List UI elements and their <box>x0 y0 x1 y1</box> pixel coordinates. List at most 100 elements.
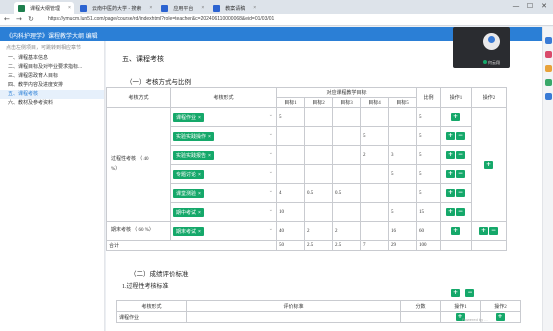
standard-input[interactable] <box>186 311 401 323</box>
goal-input[interactable]: 0.5 <box>304 183 333 203</box>
goal-input[interactable] <box>332 126 361 146</box>
add-row-button[interactable]: + <box>446 132 455 140</box>
remove-tag-icon[interactable]: × <box>198 210 201 216</box>
sidebar-item-schedule[interactable]: 四、教学内容及进度安排 <box>0 81 104 90</box>
close-tab-icon[interactable]: × <box>149 5 152 11</box>
tab-course-outline[interactable]: 课程大纲管理 × <box>14 2 74 14</box>
close-tab-icon[interactable]: × <box>201 5 204 11</box>
add-standard-button[interactable]: + <box>451 289 460 297</box>
goal-input[interactable] <box>332 202 361 222</box>
goal-input[interactable]: 40 <box>276 221 305 241</box>
goal-input[interactable]: 5 <box>388 164 417 184</box>
add-row-button[interactable]: + <box>446 208 455 216</box>
remove-method-button[interactable]: − <box>489 227 498 235</box>
remove-row-button[interactable]: − <box>456 208 465 216</box>
chevron-down-icon[interactable]: ⌄ <box>269 169 273 175</box>
outlook-icon[interactable] <box>545 93 552 100</box>
sidebar-item-textbooks[interactable]: 六、教材及参考资料 <box>0 99 104 108</box>
goal-input[interactable] <box>360 107 389 127</box>
chevron-down-icon[interactable]: ⌄ <box>269 150 273 156</box>
goal-input[interactable] <box>276 164 305 184</box>
tab-platform[interactable]: 应用平台 × <box>157 2 207 14</box>
form-select[interactable]: 实验实践操作 × ⌄ <box>170 126 277 146</box>
goal-input[interactable]: 5 <box>276 107 305 127</box>
goal-input[interactable]: 5 <box>360 126 389 146</box>
sidebar-item-ideology[interactable]: 三、课程思政育人目标 <box>0 72 104 81</box>
url-input[interactable]: https://ymucm.lun51.com/page/course/rd/i… <box>48 16 274 22</box>
tab-actions-icon[interactable] <box>0 2 14 14</box>
add-row-button[interactable]: + <box>446 170 455 178</box>
tab-lesson-plan[interactable]: 教案请稿 × <box>209 2 259 14</box>
goal-input[interactable]: 0.5 <box>332 183 361 203</box>
goal-input[interactable] <box>304 107 333 127</box>
goal-input[interactable] <box>360 164 389 184</box>
form-select[interactable]: 课程作业 × ⌄ <box>170 107 277 127</box>
tab-search[interactable]: 云南中医药大学 - 搜索 × <box>76 2 155 14</box>
goal-input[interactable] <box>332 107 361 127</box>
close-tab-icon[interactable]: × <box>253 5 256 11</box>
tools-icon[interactable] <box>545 65 552 72</box>
goal-input[interactable] <box>304 145 333 165</box>
add-method-button[interactable]: + <box>479 227 488 235</box>
search-icon[interactable] <box>545 37 552 44</box>
back-icon[interactable]: ← <box>4 15 10 23</box>
remove-tag-icon[interactable]: × <box>208 153 211 159</box>
chevron-down-icon[interactable]: ⌄ <box>269 112 273 118</box>
goal-input[interactable] <box>360 221 389 241</box>
add-method-button[interactable]: + <box>484 160 493 169</box>
form-select[interactable]: 实验实践报告 × ⌄ <box>170 145 277 165</box>
remove-row-button[interactable]: − <box>456 189 465 197</box>
sidebar-item-course-goals[interactable]: 二、课程目标及对毕业要求指标... <box>0 63 104 72</box>
close-tab-icon[interactable]: × <box>68 5 71 11</box>
add-row-button[interactable]: + <box>446 151 455 159</box>
score-input[interactable] <box>400 311 441 323</box>
maximize-button[interactable]: ☐ <box>524 1 536 11</box>
close-window-button[interactable]: ✕ <box>538 1 550 11</box>
goal-input[interactable]: 3 <box>388 145 417 165</box>
remove-tag-icon[interactable]: × <box>208 134 211 140</box>
chevron-down-icon[interactable]: ⌄ <box>269 131 273 137</box>
goal-input[interactable]: 2 <box>360 145 389 165</box>
goal-input[interactable]: 10 <box>276 202 305 222</box>
remove-tag-icon[interactable]: × <box>198 172 201 178</box>
add-row-button[interactable]: + <box>451 113 460 121</box>
office-icon[interactable] <box>545 79 552 86</box>
remove-row-button[interactable]: − <box>456 170 465 178</box>
add-row-button[interactable]: + <box>446 189 455 197</box>
goal-input[interactable] <box>304 202 333 222</box>
goal-input[interactable] <box>332 164 361 184</box>
goal-input[interactable] <box>388 126 417 146</box>
goal-input[interactable]: 4 <box>276 183 305 203</box>
form-select[interactable]: 专题讨论 × ⌄ <box>170 164 277 184</box>
goal-input[interactable] <box>304 164 333 184</box>
list-icon[interactable]: − <box>465 289 475 297</box>
goal-input[interactable]: 2 <box>332 221 361 241</box>
chevron-down-icon[interactable]: ⌄ <box>269 207 273 213</box>
chevron-down-icon[interactable]: ⌄ <box>269 226 273 232</box>
form-select[interactable]: 期末考试 × ⌄ <box>170 221 277 241</box>
goal-input[interactable] <box>332 145 361 165</box>
form-select[interactable]: 期中考试 × ⌄ <box>170 202 277 222</box>
add-row-button[interactable]: + <box>495 313 505 321</box>
goal-input[interactable] <box>388 107 417 127</box>
goal-input[interactable]: 2 <box>304 221 333 241</box>
goal-input[interactable] <box>276 145 305 165</box>
goal-input[interactable] <box>304 126 333 146</box>
goal-input[interactable] <box>276 126 305 146</box>
remove-tag-icon[interactable]: × <box>198 191 201 197</box>
minimize-button[interactable]: — <box>510 1 522 11</box>
sidebar-item-assessment[interactable]: 五、课程考核 <box>0 90 104 99</box>
chevron-down-icon[interactable]: ⌄ <box>269 188 273 194</box>
add-row-button[interactable]: + <box>451 227 460 235</box>
form-select[interactable]: 课堂测验 × ⌄ <box>170 183 277 203</box>
goal-input[interactable] <box>388 183 417 203</box>
reload-icon[interactable]: ↻ <box>28 15 34 23</box>
forward-icon[interactable]: → <box>16 15 22 23</box>
goal-input[interactable] <box>360 202 389 222</box>
remove-row-button[interactable]: − <box>456 132 465 140</box>
remove-tag-icon[interactable]: × <box>198 229 201 235</box>
goal-input[interactable] <box>360 183 389 203</box>
remove-row-button[interactable]: − <box>456 151 465 159</box>
sidebar-item-basic-info[interactable]: 一、课程基本信息 <box>0 54 104 63</box>
remove-tag-icon[interactable]: × <box>198 115 201 121</box>
